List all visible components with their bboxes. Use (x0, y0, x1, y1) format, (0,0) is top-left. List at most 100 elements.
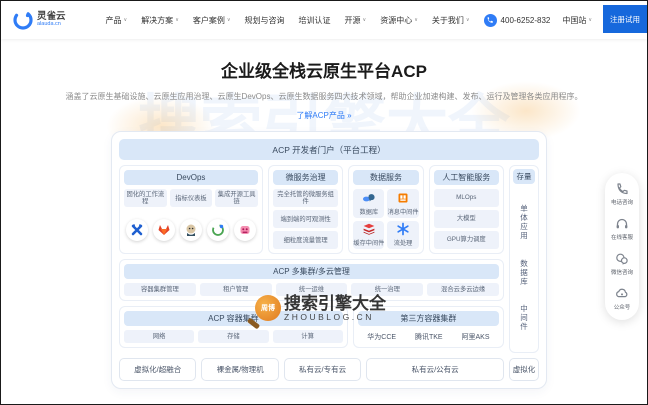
clusters-row: ACP 容器集群 网络 存储 计算 第三方容器集群 华为CCE 腾讯TKE 阿里AKS (119, 306, 504, 348)
feature-chip: 完全托管的微服务组件 (272, 189, 339, 208)
account-icon (615, 287, 629, 301)
register-trial-button[interactable]: 注册试用 (603, 5, 647, 33)
page-title: 企业级全栈云原生平台ACP (221, 62, 427, 81)
chevron-down-icon: ∨ (465, 17, 470, 23)
nav-item-规划与咨询[interactable]: 规划与咨询 (245, 15, 285, 26)
column-header: 人工智能服务 (433, 170, 499, 185)
data-service-grid: 数据库 消息中间件缓存中间件 流处理 (353, 189, 419, 249)
nav-item-label: 培训认证 (298, 15, 331, 25)
nav-item-解决方案[interactable]: 解决方案 ∨ (141, 15, 179, 26)
nav-item-label: 关于我们 (431, 15, 464, 25)
column-header: 数据服务 (353, 170, 419, 185)
infra-row: 虚拟化/超融合 裸金属/物理机 私有云/专有云 私有云/公有云 虚拟化 (119, 358, 540, 381)
nav-item-关于我们[interactable]: 关于我们 ∨ (432, 15, 470, 26)
devops-tools-row (124, 211, 258, 249)
stock-char: 中 (520, 303, 528, 313)
float-item-微信咨询[interactable]: 微信咨询 (611, 252, 633, 276)
float-item-公众号[interactable]: 公众号 (614, 287, 630, 311)
stock-char: 间 (520, 312, 528, 322)
column-人工智能服务: 人工智能服务 MLOps 大模型 GPU算力调度 (428, 165, 504, 254)
feature-chip: 集成开源工具链 (215, 189, 258, 208)
phone-icon (615, 182, 629, 196)
multicloud-header: ACP 多集群/多云管理 (124, 264, 499, 279)
infra-item: 虚拟化 (509, 358, 540, 381)
nav-item-开源[interactable]: 开源 ∨ (345, 15, 367, 26)
region-selector[interactable]: 中国站 ∨ (562, 15, 592, 26)
feature-chip: 计算 (272, 330, 343, 343)
gitlab-icon (153, 219, 176, 242)
multicloud-chips: 容器集群管理 租户管理 统一运维 统一治理 混合云多云边缘 (124, 283, 499, 296)
nav-item-label: 客户案例 (192, 15, 225, 25)
chevron-down-icon: ∨ (362, 17, 367, 23)
headset-icon (615, 217, 629, 231)
cell-label: 缓存中间件 (353, 240, 385, 248)
acp-architecture-diagram: ACP 开发者门户（平台工程） DevOps 固化的工作流程 指标仪表板 集成开源工具链… (111, 131, 547, 389)
acp-cluster-box: ACP 容器集群 网络 存储 计算 (119, 306, 348, 348)
multicloud-box: ACP 多集群/多云管理 容器集群管理 租户管理 统一运维 统一治理 混合云多云边缘 (119, 259, 504, 301)
float-item-label: 微信咨询 (610, 270, 633, 276)
data-service-cell: 流处理 (387, 220, 419, 249)
stock-char: 单 (520, 204, 528, 214)
infra-item: 私有云/专有云 (283, 358, 362, 381)
float-item-电话咨询[interactable]: 电话咨询 (611, 182, 633, 206)
feature-chip: 存储 (198, 330, 269, 343)
column-微服务治理: 微服务治理完全托管的微服务组件 端到端的可观测性 细粒度流量管理 (267, 165, 344, 254)
main-nav: 产品 ∨ 解决方案 ∨ 客户案例 ∨ 规划与咨询 培训认证 开源 ∨ 资源中心 ∨ 关于我们 ∨ (106, 15, 470, 26)
stock-group: 中间件 (520, 304, 528, 331)
chevron-down-icon: ∨ (175, 17, 179, 23)
third-party-header: 第三方容器集群 (357, 311, 499, 326)
column-数据服务: 数据服务数据库 消息中间件缓存中间件 流处理 (348, 165, 424, 254)
feature-chip-stack: MLOps 大模型 GPU算力调度 (433, 189, 499, 249)
contact-float-toolbar: 电话咨询在线客服微信咨询公众号 (605, 173, 639, 320)
column-header: 微服务治理 (272, 170, 339, 185)
nav-item-产品[interactable]: 产品 ∨ (106, 15, 128, 26)
redis-icon (362, 222, 376, 236)
portal-bar: ACP 开发者门户（平台工程） (119, 139, 539, 160)
sonarqube-icon (206, 219, 229, 242)
data-service-cell: 缓存中间件 (353, 220, 385, 249)
column-header: DevOps (124, 170, 258, 185)
stock-char: 件 (520, 321, 528, 331)
stock-column: 存量单体应用数据库中间件 (509, 165, 539, 353)
nav-item-客户案例[interactable]: 客户案例 ∨ (193, 15, 231, 26)
nav-item-label: 规划与咨询 (244, 15, 285, 25)
cell-label: 数据库 (359, 208, 379, 216)
feature-chip: 混合云多云边缘 (427, 283, 499, 296)
stream-icon (396, 222, 410, 236)
nav-item-培训认证[interactable]: 培训认证 (299, 15, 331, 26)
feature-chip: 端到端的可观测性 (272, 210, 339, 229)
feature-chip: 大模型 (433, 210, 499, 228)
stock-char: 体 (520, 213, 528, 223)
nav-item-资源中心[interactable]: 资源中心 ∨ (380, 15, 418, 26)
top-navigation-bar: 灵雀云 alauda.cn 产品 ∨ 解决方案 ∨ 客户案例 ∨ 规划与咨询 培训认证 开源 ∨ 资… (1, 1, 647, 39)
nav-item-label: 解决方案 (141, 15, 174, 25)
phone-contact: 400-6252-832 (483, 13, 550, 27)
chevron-down-icon: ∨ (123, 17, 128, 23)
feature-chip: GPU算力调度 (433, 231, 499, 249)
tekton-icon (233, 219, 256, 242)
feature-chip: 细粒度流量管理 (272, 231, 339, 249)
brand-logo[interactable]: 灵雀云 alauda.cn (13, 10, 66, 30)
learn-acp-link[interactable]: 了解ACP产品 » (296, 110, 351, 121)
hero-section: 企业级全栈云原生平台ACP 涵盖了云原生基础设施、云原生应用治理、云原生DevO… (1, 39, 647, 123)
acp-cluster-header: ACP 容器集群 (124, 311, 343, 326)
stock-char: 数 (520, 258, 528, 268)
phone-icon (483, 13, 497, 27)
brand-domain: alauda.cn (37, 21, 61, 28)
data-service-cell: 消息中间件 (387, 189, 419, 218)
chevron-down-icon: ∨ (226, 17, 231, 23)
third-party-item: 华为CCE (367, 333, 397, 341)
third-party-cluster-box: 第三方容器集群 华为CCE 腾讯TKE 阿里AKS (352, 306, 504, 348)
nav-item-label: 开源 (344, 15, 361, 25)
infra-item: 裸金属/物理机 (201, 358, 279, 381)
stock-header: 存量 (513, 169, 535, 184)
chevron-down-icon: ∨ (588, 17, 593, 23)
third-party-item: 腾讯TKE (414, 333, 443, 341)
float-item-在线客服[interactable]: 在线客服 (611, 217, 633, 241)
devops-chips: 固化的工作流程 指标仪表板 集成开源工具链 (124, 189, 258, 208)
feature-chip: 租户管理 (199, 283, 272, 296)
service-columns-row: DevOps 固化的工作流程 指标仪表板 集成开源工具链 微服务治理完全托管的微服务组件… (119, 165, 504, 254)
cell-label: 流处理 (393, 240, 413, 248)
feature-chip: 统一治理 (351, 283, 424, 296)
stock-group: 数据库 (520, 259, 528, 286)
